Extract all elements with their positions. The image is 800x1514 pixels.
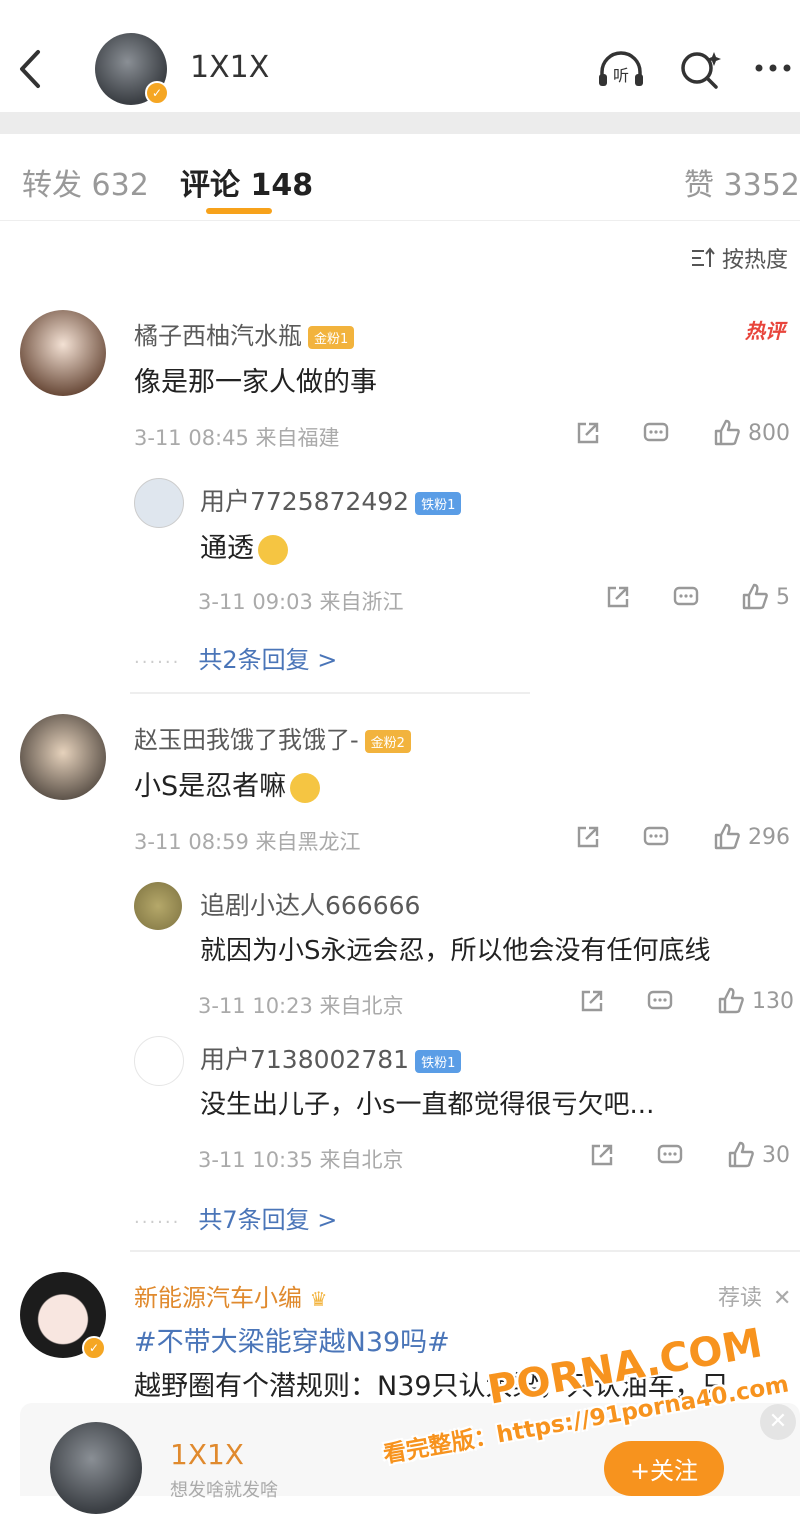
- comment-divider: [130, 1250, 800, 1252]
- avatar[interactable]: [134, 882, 182, 930]
- tab-reposts[interactable]: 转发 632: [22, 160, 149, 204]
- smirk-emoji-icon: [290, 772, 321, 803]
- reply-meta: 3-11 10:35 来自北京: [198, 1148, 404, 1172]
- comment-author[interactable]: 新能源汽车小编 ♛: [134, 1278, 328, 1313]
- crown-icon: ♛: [309, 1287, 328, 1311]
- reply-actions: 5: [604, 582, 790, 612]
- reply-author[interactable]: 用户7725872492 铁粉1: [200, 482, 462, 518]
- share-icon[interactable]: [604, 583, 632, 611]
- reply-author-name: 追剧小达人666666: [200, 891, 421, 920]
- comment-icon[interactable]: [642, 419, 670, 447]
- share-icon[interactable]: [574, 419, 602, 447]
- more-replies-link[interactable]: ······ 共2条回复 >: [134, 640, 337, 675]
- bottom-author-subtitle: 想发啥就发啥: [170, 1480, 278, 1501]
- comment-author-name: 橘子西柚汽水瓶: [134, 322, 302, 350]
- separator-band: [0, 112, 800, 134]
- active-tab-indicator: [206, 208, 272, 214]
- comment-actions: 296: [574, 822, 790, 852]
- like-count: 296: [748, 824, 790, 850]
- comment-text: 小S是忍者嘛: [134, 764, 321, 803]
- hot-comment-badge: 热评: [745, 319, 785, 343]
- comment-author[interactable]: 橘子西柚汽水瓶 金粉1: [134, 316, 355, 351]
- reply-text: 没生出儿子，小s一直都觉得很亏欠吧...: [200, 1090, 655, 1120]
- reply-text: 就因为小S永远会忍，所以他会没有任何底线: [200, 936, 711, 966]
- avatar[interactable]: [20, 714, 106, 800]
- comment-icon[interactable]: [642, 823, 670, 851]
- comment-text: 像是那一家人做的事: [134, 367, 377, 398]
- like-count: 5: [776, 584, 790, 610]
- share-icon[interactable]: [578, 987, 606, 1015]
- recommend-tag-label: 荐读: [718, 1286, 763, 1311]
- like-icon[interactable]: [740, 582, 770, 612]
- sort-button[interactable]: 按热度: [690, 242, 788, 274]
- more-replies-link[interactable]: ······ 共7条回复 >: [134, 1200, 337, 1235]
- like-icon[interactable]: [716, 986, 746, 1016]
- comment-divider: [130, 692, 530, 694]
- dots-decoration: ······: [134, 652, 181, 673]
- comment-text-content: 小S是忍者嘛: [134, 771, 287, 802]
- comment-icon[interactable]: [656, 1141, 684, 1169]
- avatar[interactable]: [134, 1036, 184, 1086]
- comment-author-name: 新能源汽车小编: [134, 1284, 302, 1312]
- tab-likes[interactable]: 赞 3352: [684, 160, 800, 204]
- share-icon[interactable]: [574, 823, 602, 851]
- tab-comments[interactable]: 评论 148: [180, 160, 313, 204]
- recommend-tag: 荐读 ✕: [718, 1280, 791, 1312]
- comment-actions: 800: [574, 418, 790, 448]
- fan-badge: 铁粉1: [415, 1049, 462, 1073]
- tabs-divider: [0, 220, 800, 221]
- reply-meta: 3-11 10:23 来自北京: [198, 994, 404, 1018]
- fan-badge: 金粉2: [364, 729, 411, 753]
- fan-badge: 铁粉1: [415, 491, 462, 515]
- like-icon[interactable]: [726, 1140, 756, 1170]
- reply-author[interactable]: 追剧小达人666666: [200, 886, 420, 922]
- comment-meta: 3-11 08:59 来自黑龙江: [134, 830, 361, 854]
- reply-actions: 30: [588, 1140, 790, 1170]
- like-count: 800: [748, 420, 790, 446]
- reply-author-name: 用户7725872492: [200, 487, 410, 516]
- reply-text: 通透: [200, 526, 288, 565]
- avatar[interactable]: [50, 1422, 142, 1514]
- more-replies-label: 共2条回复 >: [198, 646, 338, 674]
- reply-meta: 3-11 09:03 来自浙江: [198, 590, 404, 614]
- comment-author-name: 赵玉田我饿了我饿了-: [134, 726, 359, 754]
- close-icon[interactable]: ✕: [760, 1404, 796, 1440]
- like-count: 130: [752, 988, 794, 1014]
- comment-meta: 3-11 08:45 来自福建: [134, 426, 340, 450]
- reply-author[interactable]: 用户7138002781 铁粉1: [200, 1040, 462, 1076]
- avatar[interactable]: [134, 478, 184, 528]
- like-icon[interactable]: [712, 418, 742, 448]
- author-name[interactable]: 1X1X: [190, 50, 269, 85]
- sort-icon: [692, 247, 715, 267]
- search-icon[interactable]: [676, 46, 726, 92]
- listen-label: 听: [613, 66, 629, 85]
- like-icon[interactable]: [712, 822, 742, 852]
- more-replies-label: 共7条回复 >: [198, 1206, 338, 1234]
- verified-badge-icon: ✓: [145, 81, 169, 105]
- verified-badge-icon: ✓: [82, 1336, 106, 1360]
- close-icon[interactable]: ✕: [773, 1286, 791, 1311]
- share-icon[interactable]: [588, 1141, 616, 1169]
- follow-button[interactable]: +关注: [604, 1441, 724, 1496]
- like-count: 30: [762, 1142, 790, 1168]
- back-arrow-icon[interactable]: [14, 46, 44, 92]
- topic-link[interactable]: #不带大梁能穿越N39吗#: [134, 1320, 450, 1359]
- comment-icon[interactable]: [672, 583, 700, 611]
- reply-text-content: 通透: [200, 533, 254, 564]
- reply-actions: 130: [578, 986, 794, 1016]
- reply-author-name: 用户7138002781: [200, 1045, 410, 1074]
- listen-icon[interactable]: 听: [596, 46, 646, 92]
- fan-badge: 金粉1: [308, 325, 355, 349]
- comment-author[interactable]: 赵玉田我饿了我饿了- 金粉2: [134, 720, 411, 755]
- top-bar: ✓ 1X1X 听: [0, 0, 800, 112]
- avatar[interactable]: [20, 310, 106, 396]
- sort-label: 按热度: [722, 248, 789, 273]
- crying-emoji-icon: [258, 534, 288, 565]
- comment-icon[interactable]: [646, 987, 674, 1015]
- dots-decoration: ······: [134, 1212, 181, 1233]
- more-icon[interactable]: [750, 46, 800, 92]
- bottom-author-name[interactable]: 1X1X: [170, 1438, 244, 1471]
